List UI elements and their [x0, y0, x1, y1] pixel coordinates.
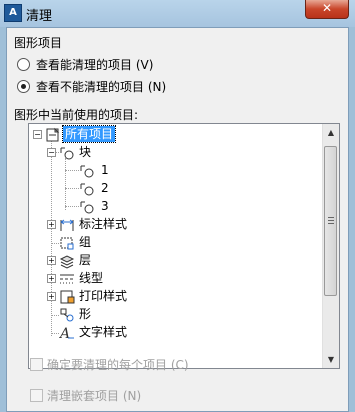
layer-icon [59, 255, 75, 269]
tree-root-label[interactable]: 所有项目 [61, 125, 117, 143]
tree-node-dimstyle[interactable]: + 标注样式 [43, 216, 193, 234]
tree-scrollbar[interactable]: ▲ ▼ [322, 124, 339, 368]
close-button[interactable]: ✕ [305, 0, 349, 19]
confirm-each-item-label[interactable]: 确定要清理的每个项目 (C) [47, 356, 189, 373]
expand-icon[interactable]: + [47, 220, 56, 229]
tree-item-label[interactable]: 形 [79, 306, 91, 322]
tree-line [65, 188, 79, 189]
app-icon[interactable]: A [4, 4, 22, 22]
shape-icon [60, 308, 74, 322]
tree-item-label[interactable]: 组 [79, 234, 91, 250]
tree-block-label[interactable]: 块 [79, 144, 91, 160]
radio-view-nonpurgeable-label[interactable]: 查看不能清理的项目 (N) [36, 78, 166, 95]
tree-node-block-2[interactable]: 2 [79, 180, 159, 198]
tree-node-plotstyle[interactable]: + 打印样式 [43, 288, 193, 306]
radio-view-purgeable[interactable] [17, 58, 30, 71]
block-icon [80, 165, 94, 178]
scrollbar-thumb[interactable] [324, 146, 337, 296]
grip-line [328, 223, 334, 224]
plot-style-icon [60, 290, 75, 304]
radio-view-nonpurgeable[interactable] [17, 80, 30, 93]
grip-line [328, 217, 334, 218]
group-label: 图形项目 [14, 36, 63, 50]
expand-icon[interactable]: + [47, 256, 56, 265]
collapse-icon[interactable]: − [33, 130, 42, 139]
block-icon [80, 201, 94, 214]
tree-line [65, 170, 79, 171]
tree-line [65, 158, 66, 210]
tree-node-textstyle[interactable]: A 文字样式 [43, 324, 193, 342]
expand-icon[interactable]: + [47, 292, 56, 301]
radio-view-purgeable-label[interactable]: 查看能清理的项目 (V) [36, 56, 153, 73]
tree-item-label[interactable]: 线型 [79, 270, 103, 286]
grip-line [328, 220, 334, 221]
tree-node-block-1[interactable]: 1 [79, 162, 159, 180]
dimension-style-icon [60, 219, 74, 231]
confirm-each-item-checkbox[interactable] [30, 358, 43, 371]
group-icon [60, 237, 74, 250]
tree-node-block-3[interactable]: 3 [79, 198, 159, 216]
block-icon [60, 147, 74, 160]
scroll-down-arrow-icon[interactable]: ▼ [323, 351, 339, 368]
expand-icon[interactable]: + [47, 274, 56, 283]
tree-node-group[interactable]: 组 [43, 234, 193, 252]
collapse-icon[interactable]: − [47, 148, 56, 157]
tree-item-label[interactable]: 打印样式 [79, 288, 127, 304]
tree-node-root[interactable]: − 所有项目 [29, 125, 229, 144]
tree-node-shape[interactable]: 形 [43, 306, 193, 324]
tree-item-label[interactable]: 文字样式 [79, 324, 127, 340]
tree-node-linetype[interactable]: + 线型 [43, 270, 193, 288]
tree-node-block[interactable]: − 块 [43, 144, 193, 162]
purge-nested-items-checkbox[interactable] [30, 389, 43, 402]
text-style-icon: A [59, 326, 74, 341]
tree-block-child-label[interactable]: 2 [101, 180, 109, 196]
tree-node-layer[interactable]: + 层 [43, 252, 193, 270]
tree-item-label[interactable]: 标注样式 [79, 216, 127, 232]
all-items-icon [46, 127, 60, 142]
tree-block-child-label[interactable]: 1 [101, 162, 109, 178]
block-icon [80, 183, 94, 196]
tree-item-label[interactable]: 层 [79, 252, 91, 268]
items-tree[interactable]: − 所有项目 − 块 1 2 3 + 标注样式 组 + 层 + 线型 + 打印样… [28, 123, 340, 369]
purge-nested-items-label[interactable]: 清理嵌套项目 (N) [47, 387, 141, 404]
title-bar: A 清理 ✕ [0, 0, 355, 27]
scroll-up-arrow-icon[interactable]: ▲ [323, 124, 339, 141]
tree-block-child-label[interactable]: 3 [101, 198, 109, 214]
tree-line [65, 206, 79, 207]
svg-text:A: A [59, 326, 70, 341]
window-title: 清理 [26, 9, 53, 24]
linetype-icon [60, 274, 74, 284]
tree-label: 图形中当前使用的项目: [14, 108, 139, 122]
